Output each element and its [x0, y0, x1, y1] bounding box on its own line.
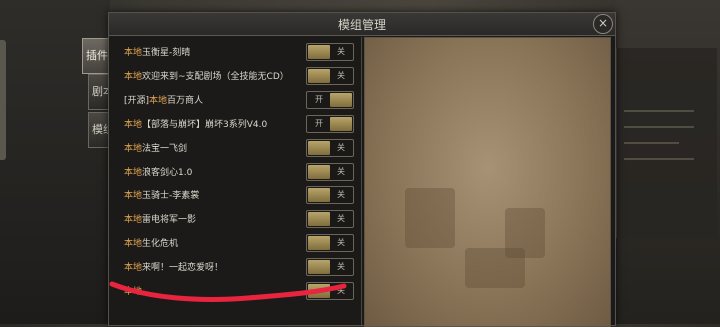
close-button[interactable]: ×	[593, 14, 613, 34]
toggle-knob	[330, 92, 352, 107]
toggle-state-label: 关	[337, 238, 345, 248]
background-text-line	[624, 158, 694, 160]
mod-local-tag: 本地	[124, 143, 143, 154]
mod-row: 本地来啊！一起恋爱呀！ 关	[119, 256, 359, 278]
mod-toggle[interactable]: 关	[306, 66, 354, 85]
mod-name: 本地来啊！一起恋爱呀！	[124, 260, 223, 273]
mod-preview-image	[364, 37, 611, 327]
mod-name: 本地浪客剑心1.0	[124, 165, 192, 178]
tab-plugins-label: 插件	[86, 49, 108, 62]
mod-title: 【部落与崩坏】崩坏3系列V4.0	[142, 119, 268, 130]
mod-local-tag: 本地	[124, 48, 143, 58]
toggle-knob	[308, 260, 330, 275]
toggle-knob	[308, 188, 330, 203]
mod-title: 玉衡星-刻晴	[142, 48, 191, 58]
mod-toggle[interactable]: 开	[306, 90, 354, 109]
mod-toggle[interactable]: 关	[306, 234, 354, 253]
mod-toggle[interactable]: 关	[306, 258, 354, 277]
mod-title: 来啊！一起恋爱呀！	[142, 263, 224, 274]
mod-local-tag: 本地	[124, 167, 143, 178]
mod-local-tag: 本地	[149, 95, 168, 106]
toggle-state-label: 关	[337, 142, 345, 152]
mod-row: [开源]本地百万商人 开	[119, 89, 359, 111]
title-bar: 模组管理 ×	[109, 13, 615, 36]
mod-title: 玉骑士-李素裳	[142, 191, 200, 202]
mod-row: 本地玉衡星-刻晴 关	[119, 41, 359, 63]
background-text-line	[624, 126, 694, 128]
mod-title: 法宝一飞剑	[142, 143, 188, 154]
mod-toggle[interactable]: 开	[306, 114, 354, 133]
mod-row: 本地生化危机 关	[119, 232, 359, 254]
toggle-state-label: 关	[337, 47, 345, 56]
toggle-state-label: 关	[337, 70, 345, 80]
mod-local-tag: 本地	[124, 239, 143, 250]
mod-row: 本地浪客剑心1.0 关	[119, 161, 359, 183]
mod-toggle[interactable]: 关	[306, 138, 354, 157]
mod-row: 本地【部落与崩坏】崩坏3系列V4.0 开	[119, 113, 359, 135]
mod-name: [开源]本地百万商人	[124, 93, 203, 106]
mod-row: 本地法宝一飞剑 关	[119, 137, 359, 159]
mod-name: 本地【部落与崩坏】崩坏3系列V4.0	[124, 117, 267, 130]
mod-local-tag: 本地	[124, 215, 143, 226]
mod-title: 欢迎来到~支配剧场（全技能无CD）	[142, 71, 289, 82]
mod-toggle[interactable]: 关	[306, 186, 354, 205]
mod-row: 本地欢迎来到~支配剧场（全技能无CD） 关	[119, 65, 359, 87]
mod-name: 本地生化危机	[124, 236, 178, 249]
toggle-knob	[308, 68, 330, 83]
mod-name: 本地欢迎来到~支配剧场（全技能无CD）	[124, 69, 289, 82]
toggle-state-label: 开	[315, 94, 323, 104]
toggle-state-label: 关	[337, 190, 345, 200]
toggle-knob	[330, 116, 352, 131]
mod-local-tag: 本地	[124, 263, 143, 274]
toggle-state-label: 关	[337, 262, 345, 272]
toggle-knob	[308, 236, 330, 251]
mod-title: 生化危机	[142, 239, 179, 250]
toggle-knob	[308, 212, 330, 227]
red-annotation-mark	[109, 281, 347, 302]
mod-title: 浪客剑心1.0	[142, 167, 193, 178]
toggle-knob	[308, 45, 330, 59]
mod-local-tag: 本地	[124, 191, 143, 202]
background-text-line	[624, 142, 679, 144]
background-text-line	[624, 110, 694, 112]
mod-name: 本地法宝一飞剑	[124, 141, 187, 154]
mod-local-tag: 本地	[124, 119, 143, 130]
mod-title: 雷电将军一影	[142, 215, 197, 226]
mod-open-source-tag: [开源]	[124, 95, 150, 106]
mod-toggle[interactable]: 关	[306, 162, 354, 181]
mod-name: 本地玉衡星-刻晴	[124, 45, 190, 58]
mod-name: 本地玉骑士-李素裳	[124, 188, 199, 201]
mod-row: 本地雷电将军一影 关	[119, 208, 359, 230]
window-title: 模组管理	[337, 18, 386, 32]
divider	[361, 37, 362, 325]
toggle-state-label: 开	[315, 118, 323, 128]
mod-toggle[interactable]: 关	[306, 210, 354, 229]
toggle-knob	[308, 164, 330, 179]
toggle-state-label: 关	[337, 166, 345, 176]
mod-local-tag: 本地	[124, 71, 143, 82]
mod-name: 本地雷电将军一影	[124, 212, 196, 225]
mod-toggle[interactable]: 关	[306, 43, 354, 61]
toggle-state-label: 关	[337, 214, 345, 224]
mod-row: 本地玉骑士-李素裳 关	[119, 184, 359, 206]
edge-handle	[0, 40, 6, 160]
toggle-knob	[308, 140, 330, 155]
mod-title: 百万商人	[167, 95, 204, 106]
